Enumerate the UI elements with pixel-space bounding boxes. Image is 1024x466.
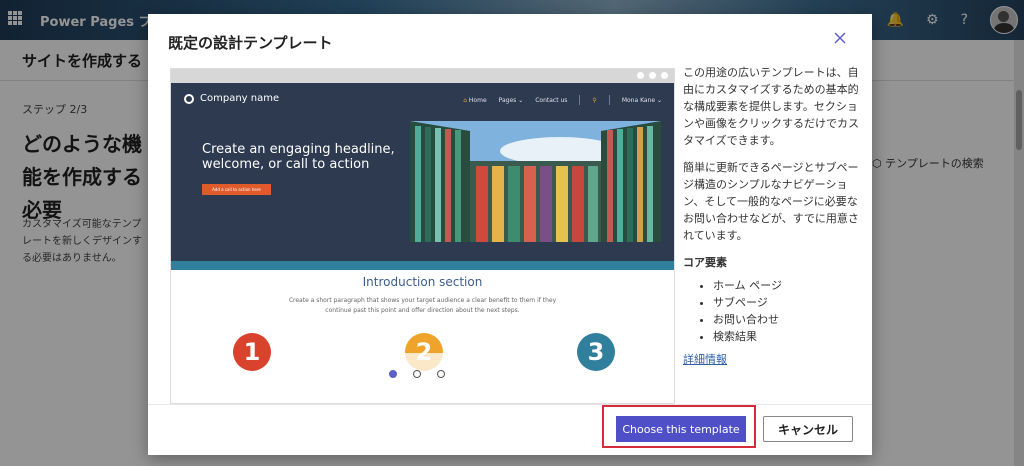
core-item: サブページ bbox=[713, 294, 861, 311]
more-info-link[interactable]: 詳細情報 bbox=[683, 351, 727, 368]
core-item: ホーム ページ bbox=[713, 277, 861, 294]
preview-number-3: 3 bbox=[577, 333, 615, 371]
preview-intro: Introduction section Create a short para… bbox=[171, 270, 674, 403]
logo-icon bbox=[184, 94, 194, 104]
carousel-dot-2[interactable] bbox=[413, 370, 421, 378]
template-description: この用途の広いテンプレートは、自由にカスタマイズするための基本的な構成要素を提供… bbox=[683, 64, 861, 368]
preview-user-menu: Mona Kane ⌄ bbox=[621, 96, 662, 104]
preview-search-icon: ⚲ bbox=[592, 96, 597, 104]
cancel-button[interactable]: キャンセル bbox=[763, 416, 853, 442]
carousel-dot-3[interactable] bbox=[437, 370, 445, 378]
description-paragraph-2: 簡単に更新できるページとサブページ構造のシンプルなナビゲーション、そして一般的な… bbox=[683, 161, 859, 242]
choose-template-button[interactable]: Choose this template bbox=[616, 416, 746, 442]
dialog-footer-divider bbox=[148, 404, 872, 405]
preview-nav-pages: Pages ⌄ bbox=[498, 96, 524, 104]
preview-headline: Create an engaging headline, welcome, or… bbox=[202, 142, 395, 172]
description-paragraph-1: この用途の広いテンプレートは、自由にカスタマイズするための基本的な構成要素を提供… bbox=[683, 66, 859, 147]
preview-company-name: Company name bbox=[200, 93, 280, 104]
core-elements-list: ホーム ページ サブページ お問い合わせ 検索結果 bbox=[683, 277, 861, 345]
preview-nav-contact: Contact us bbox=[535, 96, 568, 104]
preview-number-1: 1 bbox=[233, 333, 271, 371]
preview-browser-bar bbox=[171, 69, 674, 83]
preview-nav-home: ⌂ Home bbox=[463, 96, 487, 104]
core-item: 検索結果 bbox=[713, 328, 861, 345]
preview-cta-button: Add a call to action here bbox=[202, 184, 271, 195]
carousel-dot-1[interactable] bbox=[389, 370, 397, 378]
core-item: お問い合わせ bbox=[713, 311, 861, 328]
preview-nav: Company name ⌂ Home Pages ⌄ Contact us ⚲… bbox=[171, 83, 674, 113]
preview-intro-title: Introduction section bbox=[362, 275, 483, 289]
close-icon[interactable] bbox=[830, 28, 850, 48]
preview-intro-text: Create a short paragraph that shows your… bbox=[288, 297, 557, 314]
template-preview: Company name ⌂ Home Pages ⌄ Contact us ⚲… bbox=[170, 68, 675, 404]
template-dialog: 既定の設計テンプレート Company name ⌂ Home Pages ⌄ … bbox=[148, 14, 872, 455]
dialog-title: 既定の設計テンプレート bbox=[168, 34, 333, 52]
core-elements-title: コア要素 bbox=[683, 256, 727, 269]
carousel-indicators bbox=[389, 370, 445, 378]
preview-hero: Company name ⌂ Home Pages ⌄ Contact us ⚲… bbox=[171, 83, 674, 270]
preview-hero-image bbox=[410, 121, 661, 242]
